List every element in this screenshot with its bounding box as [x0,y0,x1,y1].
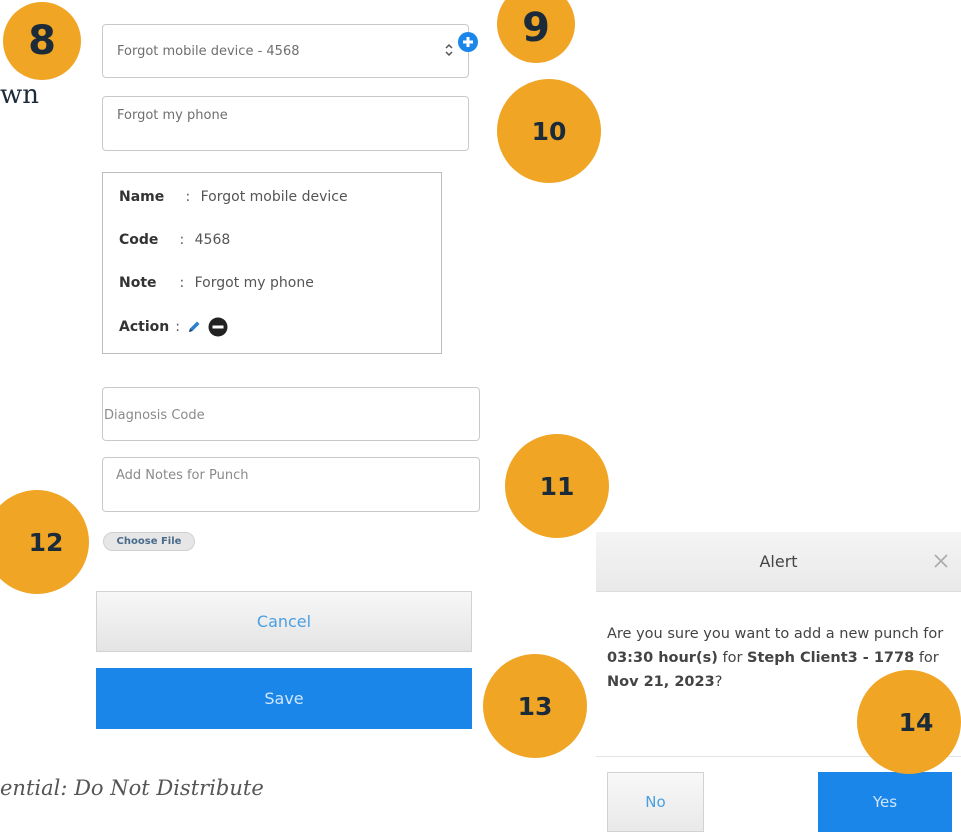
card-action-row: Action : [119,317,228,337]
reason-note-input[interactable]: Forgot my phone [102,96,469,151]
card-separator: : [179,275,185,291]
reason-code-select-value: Forgot mobile device - 4568 [117,44,300,59]
minus-circle-icon[interactable] [208,317,228,337]
card-note-value: Forgot my phone [194,275,314,291]
reason-note-input-value: Forgot my phone [117,108,228,123]
step-badge-9: 9 [497,0,575,63]
choose-file-button[interactable]: Choose File [103,532,195,551]
diagnosis-code-placeholder: Diagnosis Code [104,408,205,423]
choose-file-label: Choose File [116,536,182,547]
step-badge-10: 10 [497,79,601,183]
left-heading-fragment: wn [0,80,39,110]
alert-msg-text: for [717,650,748,666]
card-note-label: Note [119,275,157,291]
step-badge-8: 8 [3,2,81,80]
diagnosis-code-input[interactable]: Diagnosis Code [102,387,480,441]
alert-msg-text: for [914,650,939,666]
reason-details-card: Name : Forgot mobile device Code : 4568 … [102,172,442,354]
alert-title: Alert [759,552,798,571]
card-code-label: Code [119,232,159,248]
plus-circle-icon[interactable] [457,31,479,53]
alert-no-button[interactable]: No [607,772,704,832]
step-badge-14: 14 [857,670,961,774]
cancel-button-label: Cancel [256,612,312,631]
alert-yes-label: Yes [872,793,898,811]
badge-number: 14 [898,707,934,737]
close-icon[interactable] [931,551,951,575]
card-name-value: Forgot mobile device [200,189,348,205]
alert-msg-client: Steph Client3 - 1778 [747,650,915,666]
badge-number: 13 [517,691,553,721]
step-badge-11: 11 [505,434,609,538]
save-button-label: Save [264,689,304,708]
pencil-icon[interactable] [186,319,202,335]
alert-msg-date: Nov 21, 2023 [607,674,715,690]
badge-number: 11 [539,471,575,501]
punch-notes-placeholder: Add Notes for Punch [116,468,249,483]
alert-msg-text: Are you sure you want to add a new punch… [607,626,944,642]
card-separator: : [185,189,191,205]
badge-number: 10 [531,116,567,146]
card-separator: : [179,232,185,248]
step-badge-12: 12 [0,490,89,594]
card-action-label: Action [119,319,170,335]
badge-number: 9 [522,5,550,51]
punch-notes-textarea[interactable]: Add Notes for Punch [102,457,480,512]
save-button[interactable]: Save [96,668,472,729]
step-badge-13: 13 [483,654,587,758]
card-code-value: 4568 [194,232,231,248]
alert-no-label: No [645,793,666,811]
badge-number: 12 [28,527,64,557]
card-name-row: Name : Forgot mobile device [119,189,348,205]
alert-msg-text: ? [714,674,723,690]
updown-chevron-icon [444,42,454,62]
card-note-row: Note : Forgot my phone [119,275,314,291]
reason-code-select[interactable]: Forgot mobile device - 4568 [102,24,469,78]
badge-number: 8 [28,18,56,64]
cancel-button[interactable]: Cancel [96,591,472,652]
alert-msg-hours: 03:30 hour(s) [607,650,718,666]
alert-yes-button[interactable]: Yes [818,772,952,832]
card-code-row: Code : 4568 [119,232,230,248]
alert-header: Alert [596,532,961,592]
card-separator: : [175,319,180,335]
confidentiality-footer: ential: Do Not Distribute [0,776,264,800]
card-name-label: Name [119,189,165,205]
